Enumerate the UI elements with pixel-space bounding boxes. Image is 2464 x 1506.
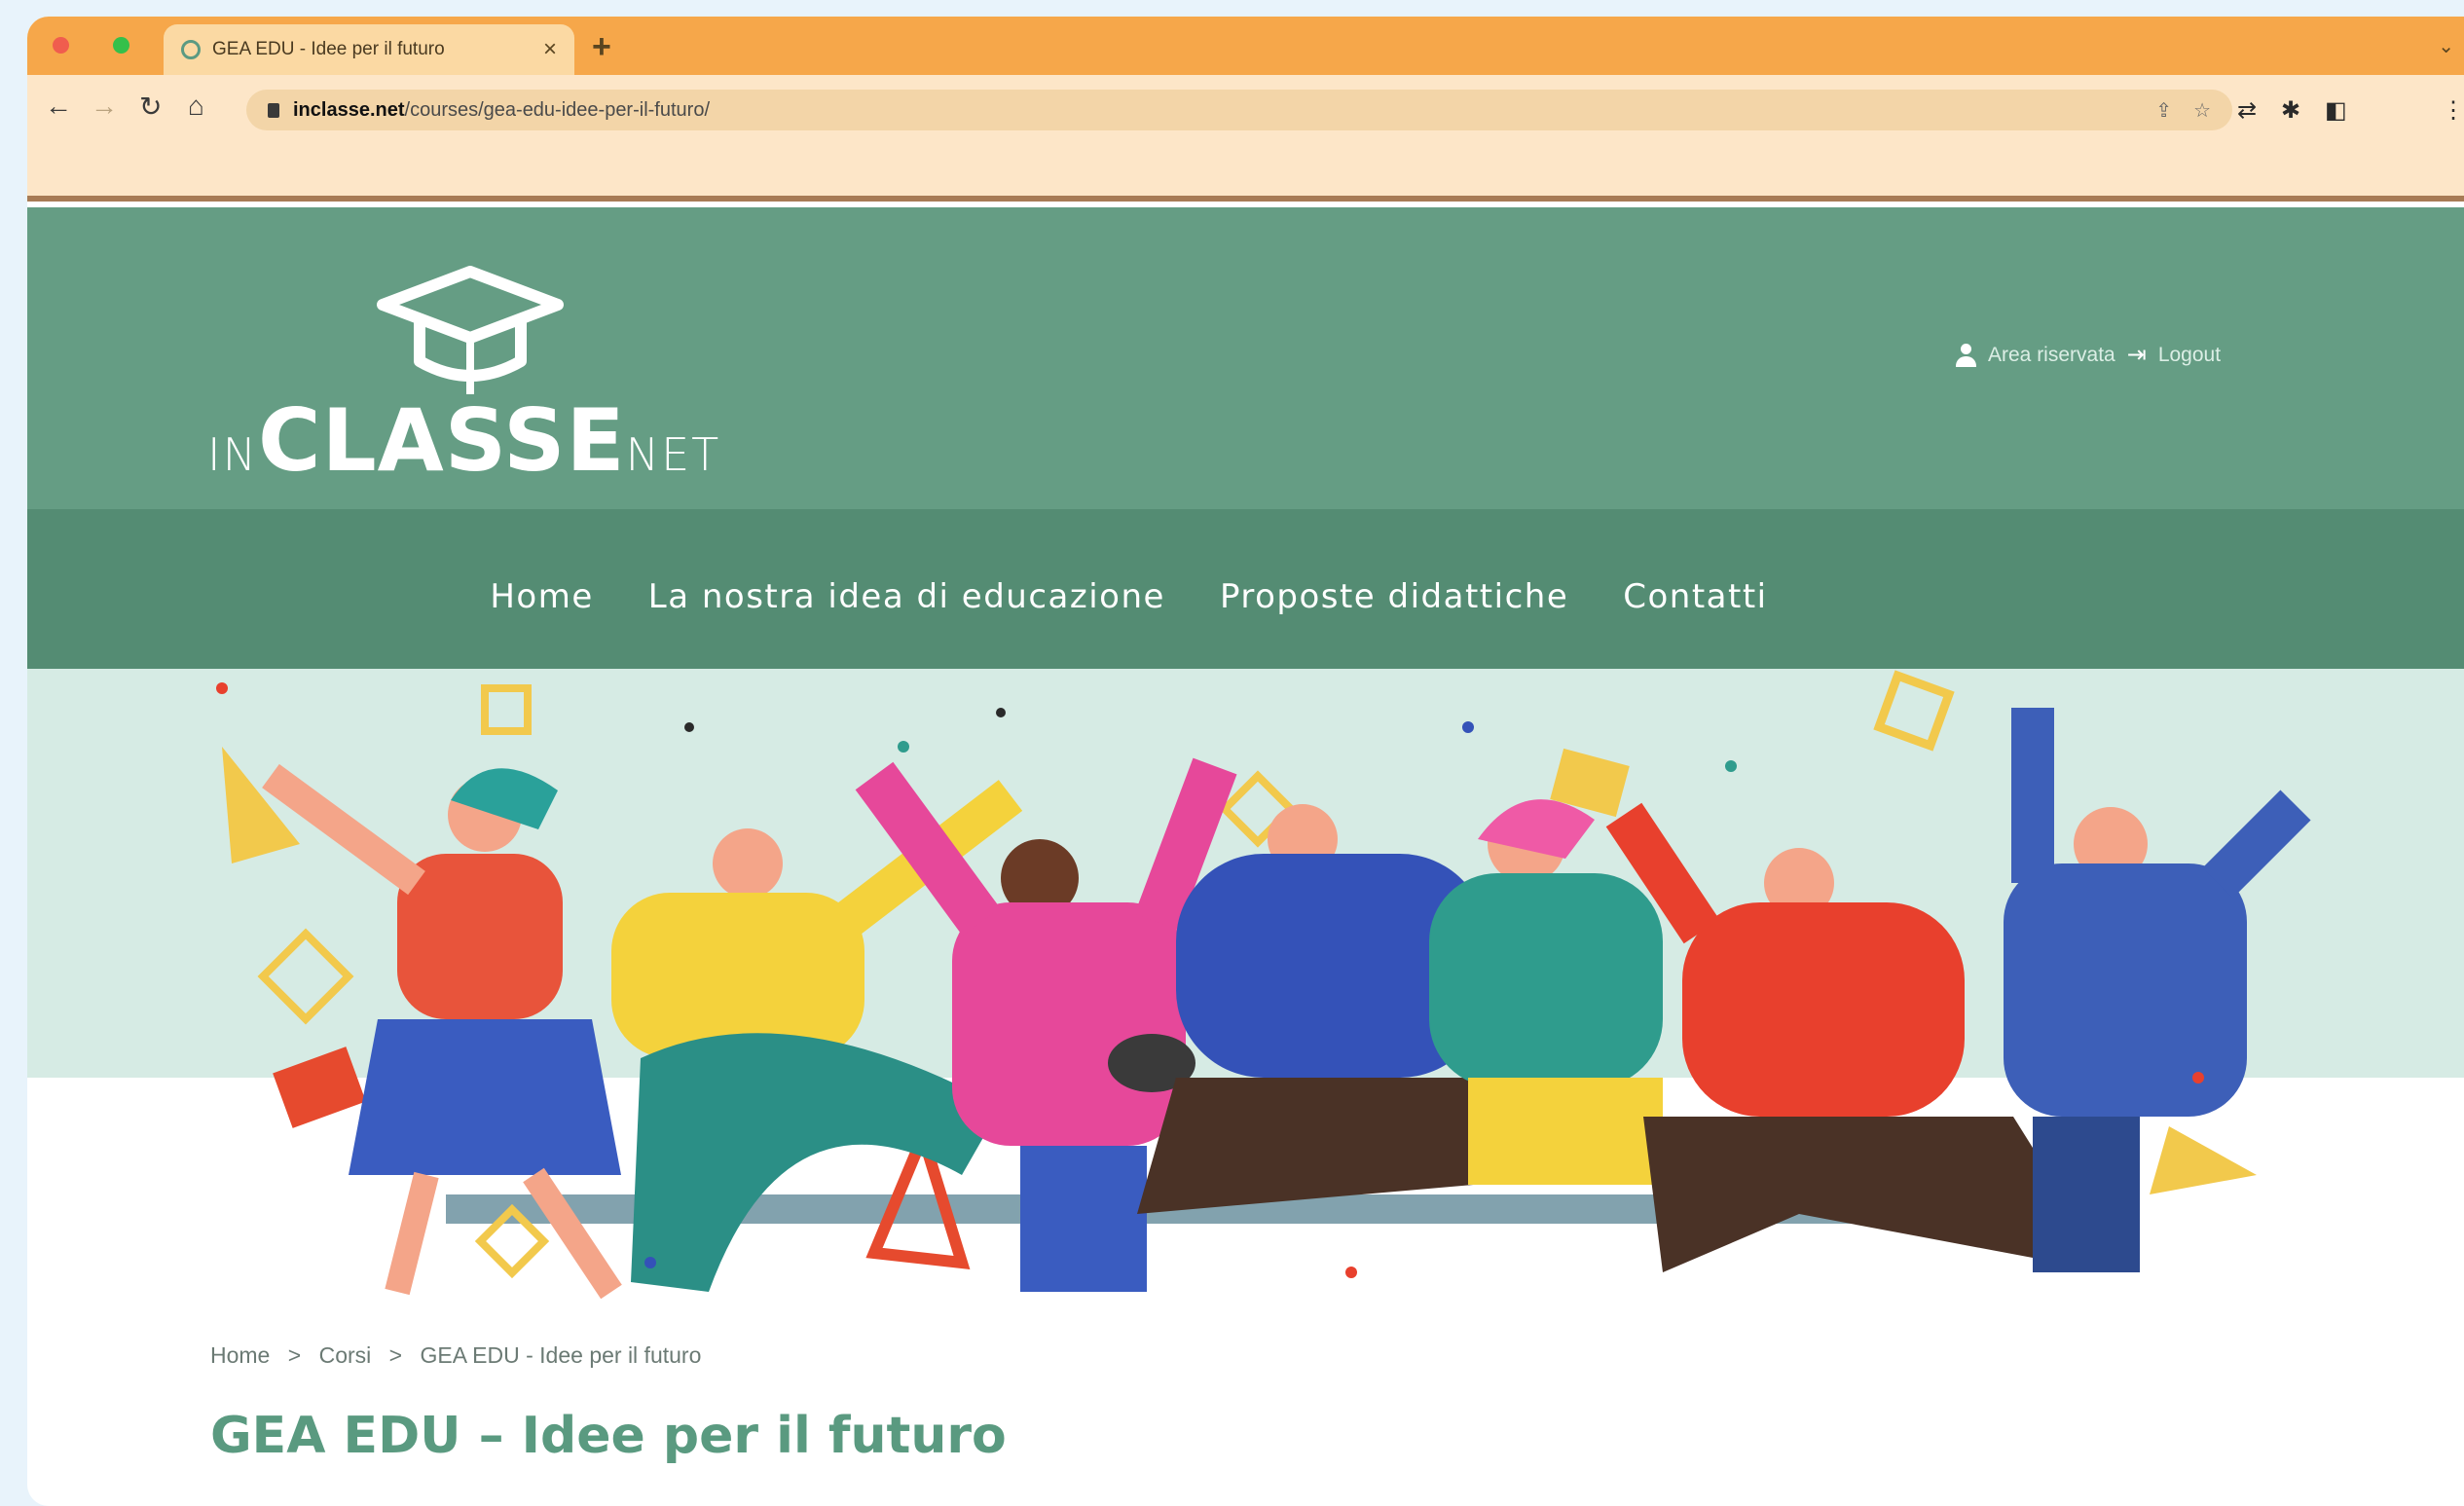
extensions-puzzle-icon[interactable]: ✱ [2281, 96, 2300, 125]
breadcrumb-separator: > [287, 1342, 302, 1368]
main-navigation: Home La nostra idea di educazione Propos… [27, 509, 2464, 669]
breadcrumb-current: GEA EDU - Idee per il futuro [420, 1342, 702, 1368]
reserved-area-link[interactable]: Area riservata [1988, 344, 2115, 367]
reload-icon[interactable]: ↻ [139, 91, 162, 123]
home-icon[interactable]: ⌂ [188, 91, 204, 122]
forward-arrow-icon[interactable]: → [91, 91, 118, 122]
nav-link-education-idea[interactable]: La nostra idea di educazione [648, 577, 1165, 620]
address-bar[interactable]: inclasse.net/courses/gea-edu-idee-per-il… [246, 90, 2232, 130]
bookmark-star-icon[interactable]: ☆ [2193, 98, 2211, 123]
site-logo[interactable]: INCLASSENET [207, 266, 811, 491]
nav-link-home[interactable]: Home [490, 577, 593, 620]
site-favicon-icon [181, 40, 201, 59]
url-text: inclasse.net/courses/gea-edu-idee-per-il… [293, 98, 711, 121]
tab-title: GEA EDU - Idee per il futuro [212, 39, 445, 59]
translate-icon[interactable]: ⇄ [2237, 96, 2257, 125]
logo-wordmark: INCLASSENET [207, 390, 721, 491]
sidebar-panel-icon[interactable]: ◧ [2325, 96, 2347, 125]
close-window-button[interactable] [53, 37, 69, 54]
nav-link-proposals[interactable]: Proposte didattiche [1220, 577, 1568, 620]
breadcrumb: Home > Corsi > GEA EDU - Idee per il fut… [210, 1342, 713, 1369]
close-tab-icon[interactable]: × [543, 36, 557, 63]
new-tab-button[interactable]: + [592, 28, 611, 66]
tab-search-chevron-icon[interactable]: ⌄ [2438, 34, 2454, 58]
user-area: Area riservata ⇥ Logout [1955, 341, 2221, 369]
breadcrumb-separator: > [388, 1342, 403, 1368]
maximize-window-button[interactable] [113, 37, 129, 54]
browser-window: GEA EDU - Idee per il futuro × + ⌄ ← → ↻… [27, 17, 2464, 1506]
browser-toolbar: ← → ↻ ⌂ inclasse.net/courses/gea-edu-ide… [27, 75, 2464, 202]
site-header: INCLASSENET Area riservata ⇥ Logout Home… [27, 207, 2464, 669]
browser-menu-icon[interactable]: ⋮ [2442, 96, 2464, 125]
back-arrow-icon[interactable]: ← [45, 91, 72, 122]
logout-link[interactable]: Logout [2158, 344, 2221, 367]
breadcrumb-courses[interactable]: Corsi [319, 1342, 372, 1368]
user-icon [1955, 343, 1976, 367]
browser-tab-bar: GEA EDU - Idee per il futuro × + ⌄ [27, 17, 2464, 75]
nav-link-contacts[interactable]: Contatti [1623, 577, 1767, 620]
browser-tab[interactable]: GEA EDU - Idee per il futuro × [164, 24, 574, 75]
logout-icon: ⇥ [2126, 342, 2147, 368]
lock-icon [268, 102, 279, 118]
share-icon[interactable]: ⇪ [2155, 98, 2172, 123]
breadcrumb-home[interactable]: Home [210, 1342, 270, 1368]
graduation-cap-icon [377, 266, 564, 394]
hero-illustration [216, 670, 2311, 1300]
page-title: GEA EDU – Idee per il futuro [210, 1407, 1007, 1465]
